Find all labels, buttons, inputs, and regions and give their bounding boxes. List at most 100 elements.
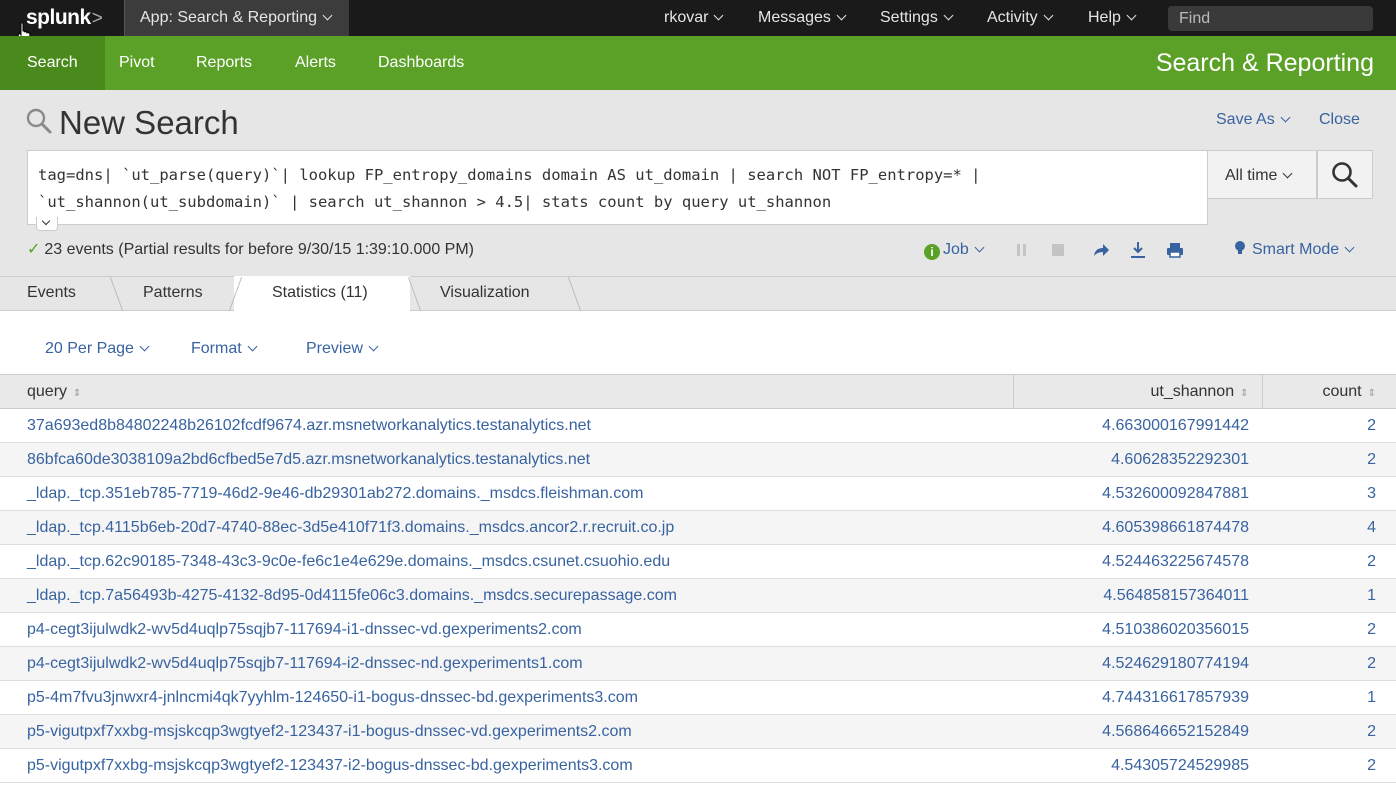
- nav-search[interactable]: Search: [0, 36, 105, 90]
- activity-menu[interactable]: Activity: [987, 0, 1054, 36]
- cell-count[interactable]: 2: [1262, 442, 1396, 477]
- messages-menu[interactable]: Messages: [758, 0, 847, 36]
- chevron-down-icon: [1344, 242, 1355, 253]
- preview-label: Preview: [306, 340, 363, 357]
- search-mode-menu[interactable]: Smart Mode: [1234, 240, 1355, 260]
- table-row: p4-cegt3ijulwdk2-wv5d4uqlp75sqjb7-117694…: [0, 612, 1396, 647]
- expand-query-button[interactable]: [36, 216, 58, 231]
- export-icon[interactable]: [1129, 240, 1147, 260]
- column-header-count[interactable]: count ⇕: [1262, 374, 1396, 409]
- search-query-input[interactable]: tag=dns| `ut_parse(query)`| lookup FP_en…: [27, 150, 1208, 225]
- cell-query[interactable]: p4-cegt3ijulwdk2-wv5d4uqlp75sqjb7-117694…: [0, 646, 1013, 681]
- cell-count[interactable]: 2: [1262, 612, 1396, 647]
- header-label: query: [27, 382, 68, 400]
- time-range-picker[interactable]: All time: [1208, 150, 1317, 199]
- cell-query[interactable]: p5-vigutpxf7xxbg-msjskcqp3wgtyef2-123437…: [0, 714, 1013, 749]
- cell-ut-shannon[interactable]: 4.564858157364011: [1013, 578, 1262, 613]
- splunk-logo[interactable]: splunk>: [26, 4, 103, 32]
- table-row: p5-4m7fvu3jnwxr4-jnlncmi4qk7yyhlm-124650…: [0, 680, 1396, 715]
- column-header-ut-shannon[interactable]: ut_shannon ⇕: [1013, 374, 1263, 409]
- app-nav-bar: Search Pivot Reports Alerts Dashboards S…: [0, 36, 1396, 90]
- chevron-down-icon: [714, 10, 724, 21]
- column-header-query[interactable]: query ⇕: [0, 374, 1014, 409]
- query-line-2: `ut_shannon(ut_subdomain)` | search ut_s…: [38, 193, 832, 211]
- cell-count[interactable]: 3: [1262, 476, 1396, 511]
- per-page-dropdown[interactable]: 20 Per Page: [45, 339, 150, 359]
- cell-ut-shannon[interactable]: 4.744316617857939: [1013, 680, 1262, 715]
- cell-query[interactable]: _ldap._tcp.62c90185-7348-43c3-9c0e-fe6c1…: [0, 544, 1013, 579]
- preview-dropdown[interactable]: Preview: [306, 339, 379, 359]
- cell-query[interactable]: 86bfca60de3038109a2bd6cfbed5e7d5.azr.msn…: [0, 442, 1013, 477]
- job-menu[interactable]: i Job: [924, 240, 985, 260]
- table-row: p5-vigutpxf7xxbg-msjskcqp3wgtyef2-123437…: [0, 714, 1396, 749]
- cell-ut-shannon[interactable]: 4.524629180774194: [1013, 646, 1262, 681]
- cell-query[interactable]: p5-vigutpxf7xxbg-msjskcqp3wgtyef2-123437…: [0, 748, 1013, 783]
- cell-query[interactable]: _ldap._tcp.351eb785-7719-46d2-9e46-db293…: [0, 476, 1013, 511]
- tab-visualization[interactable]: Visualization: [420, 276, 570, 311]
- chevron-down-icon: [368, 341, 379, 352]
- cell-query[interactable]: _ldap._tcp.7a56493b-4275-4132-8d95-0d411…: [0, 578, 1013, 613]
- share-icon[interactable]: [1092, 240, 1110, 260]
- cell-ut-shannon[interactable]: 4.568646652152849: [1013, 714, 1262, 749]
- cell-ut-shannon[interactable]: 4.605398661874478: [1013, 510, 1262, 545]
- chevron-down-icon: [322, 10, 333, 21]
- cell-count[interactable]: 2: [1262, 408, 1396, 443]
- activity-menu-label: Activity: [987, 9, 1038, 26]
- table-row: 86bfca60de3038109a2bd6cfbed5e7d5.azr.msn…: [0, 442, 1396, 477]
- table-row: p5-vigutpxf7xxbg-msjskcqp3wgtyef2-123437…: [0, 748, 1396, 783]
- print-icon[interactable]: [1166, 240, 1184, 260]
- nav-pivot[interactable]: Pivot: [119, 36, 155, 90]
- chevron-down-icon: [836, 10, 847, 21]
- cell-count[interactable]: 1: [1262, 578, 1396, 613]
- table-row: _ldap._tcp.7a56493b-4275-4132-8d95-0d411…: [0, 578, 1396, 613]
- nav-dashboards[interactable]: Dashboards: [378, 36, 464, 90]
- tab-events[interactable]: Events: [0, 276, 113, 311]
- chevron-down-icon: [41, 216, 51, 226]
- format-dropdown[interactable]: Format: [191, 339, 258, 359]
- tab-patterns[interactable]: Patterns: [122, 276, 232, 311]
- save-as-button[interactable]: Save As: [1216, 110, 1291, 130]
- chevron-down-icon: [247, 341, 258, 352]
- search-button[interactable]: [1317, 150, 1373, 199]
- checkmark-icon: ✓: [27, 241, 41, 258]
- cell-ut-shannon[interactable]: 4.663000167991442: [1013, 408, 1262, 443]
- cell-count[interactable]: 2: [1262, 714, 1396, 749]
- search-icon: [1332, 162, 1358, 188]
- nav-alerts[interactable]: Alerts: [295, 36, 336, 90]
- tab-statistics[interactable]: Statistics (11): [234, 276, 410, 312]
- sort-icon: ⇕: [73, 387, 82, 399]
- cell-query[interactable]: 37a693ed8b84802248b26102fcdf9674.azr.msn…: [0, 408, 1013, 443]
- cell-ut-shannon[interactable]: 4.60628352292301: [1013, 442, 1262, 477]
- app-menu-label: App: Search & Reporting: [140, 9, 317, 26]
- smart-mode-label: Smart Mode: [1252, 241, 1340, 258]
- settings-menu[interactable]: Settings: [880, 0, 954, 36]
- sort-icon: ⇕: [1367, 387, 1376, 399]
- chevron-down-icon: [139, 341, 150, 352]
- find-input[interactable]: Find: [1168, 6, 1373, 31]
- chevron-down-icon: [943, 10, 954, 21]
- table-row: p4-cegt3ijulwdk2-wv5d4uqlp75sqjb7-117694…: [0, 646, 1396, 681]
- cell-ut-shannon[interactable]: 4.54305724529985: [1013, 748, 1262, 783]
- cell-query[interactable]: _ldap._tcp.4115b6eb-20d7-4740-88ec-3d5e4…: [0, 510, 1013, 545]
- cell-query[interactable]: p4-cegt3ijulwdk2-wv5d4uqlp75sqjb7-117694…: [0, 612, 1013, 647]
- cell-count[interactable]: 1: [1262, 680, 1396, 715]
- cell-query[interactable]: p5-4m7fvu3jnwxr4-jnlncmi4qk7yyhlm-124650…: [0, 680, 1013, 715]
- user-menu[interactable]: rkovar: [664, 0, 724, 36]
- help-menu[interactable]: Help: [1088, 0, 1137, 36]
- app-menu[interactable]: App: Search & Reporting: [124, 0, 349, 36]
- cell-ut-shannon[interactable]: 4.524463225674578: [1013, 544, 1262, 579]
- cell-count[interactable]: 4: [1262, 510, 1396, 545]
- stop-icon[interactable]: [1049, 240, 1067, 260]
- cell-count[interactable]: 2: [1262, 544, 1396, 579]
- cell-count[interactable]: 2: [1262, 646, 1396, 681]
- cell-ut-shannon[interactable]: 4.532600092847881: [1013, 476, 1262, 511]
- job-label: Job: [943, 241, 969, 258]
- nav-reports[interactable]: Reports: [196, 36, 252, 90]
- cell-ut-shannon[interactable]: 4.510386020356015: [1013, 612, 1262, 647]
- cell-count[interactable]: 2: [1262, 748, 1396, 783]
- close-button[interactable]: Close: [1319, 110, 1360, 130]
- pause-icon[interactable]: [1013, 240, 1031, 260]
- format-label: Format: [191, 340, 242, 357]
- chevron-down-icon: [1283, 168, 1293, 179]
- table-row: _ldap._tcp.351eb785-7719-46d2-9e46-db293…: [0, 476, 1396, 511]
